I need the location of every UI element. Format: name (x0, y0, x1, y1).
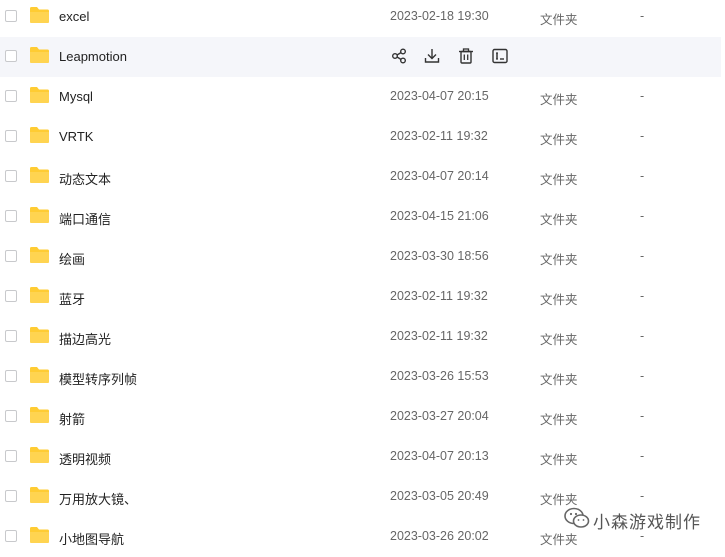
file-name[interactable]: 透明视频 (59, 449, 111, 468)
file-name[interactable]: Leapmotion (59, 49, 127, 64)
file-type: 文件夹 (540, 13, 578, 27)
row-checkbox[interactable] (5, 90, 17, 102)
row-checkbox[interactable] (5, 330, 17, 342)
folder-icon (29, 326, 50, 344)
file-type: 文件夹 (540, 93, 578, 107)
rename-icon[interactable] (491, 47, 509, 65)
table-row[interactable]: 模型转序列帧 2023-03-26 15:53 文件夹 - (0, 357, 721, 397)
file-name[interactable]: excel (59, 9, 89, 24)
file-name[interactable]: 射箭 (59, 409, 85, 428)
file-size: - (640, 129, 645, 143)
file-size: - (640, 89, 645, 103)
file-type: 文件夹 (540, 453, 578, 467)
modified-time: 2023-03-27 20:04 (390, 409, 489, 423)
file-name[interactable]: 描边高光 (59, 329, 111, 348)
table-row[interactable]: 端口通信 2023-04-15 21:06 文件夹 - (0, 197, 721, 237)
folder-icon (29, 486, 50, 504)
folder-icon (29, 166, 50, 184)
folder-icon (29, 286, 50, 304)
folder-icon (29, 6, 50, 24)
table-row[interactable]: Mysql 2023-04-07 20:15 文件夹 - (0, 77, 721, 117)
file-type: 文件夹 (540, 413, 578, 427)
file-type: 文件夹 (540, 333, 578, 347)
folder-icon (29, 366, 50, 384)
row-checkbox[interactable] (5, 10, 17, 22)
file-type: 文件夹 (540, 293, 578, 307)
file-name[interactable]: 模型转序列帧 (59, 369, 137, 388)
row-checkbox[interactable] (5, 130, 17, 142)
row-checkbox[interactable] (5, 50, 17, 62)
modified-time: 2023-02-11 19:32 (390, 129, 488, 143)
modified-time: 2023-04-07 20:14 (390, 169, 489, 183)
share-icon[interactable] (390, 47, 408, 65)
file-size: - (640, 9, 645, 23)
folder-icon (29, 246, 50, 264)
watermark-text: 小森游戏制作 (593, 513, 701, 533)
file-size: - (640, 329, 645, 343)
file-size: - (640, 449, 645, 463)
file-size: - (640, 169, 645, 183)
file-type: 文件夹 (540, 133, 578, 147)
file-size: - (640, 409, 645, 423)
modified-time: 2023-02-11 19:32 (390, 289, 488, 303)
delete-icon[interactable] (457, 47, 475, 65)
modified-time: 2023-03-05 20:49 (390, 489, 489, 503)
row-checkbox[interactable] (5, 450, 17, 462)
file-name[interactable]: 端口通信 (59, 209, 111, 228)
file-type: 文件夹 (540, 253, 578, 267)
file-size: - (640, 489, 645, 503)
row-checkbox[interactable] (5, 290, 17, 302)
download-icon[interactable] (423, 47, 441, 65)
folder-icon (29, 446, 50, 464)
file-size: - (640, 209, 645, 223)
watermark: 小森游戏制作 (563, 506, 713, 533)
folder-icon (29, 406, 50, 424)
table-row[interactable]: VRTK 2023-02-11 19:32 文件夹 - (0, 117, 721, 157)
file-name[interactable]: 小地图导航 (59, 529, 124, 548)
folder-icon (29, 126, 50, 144)
modified-time: 2023-04-07 20:15 (390, 89, 489, 103)
folder-icon (29, 86, 50, 104)
table-row[interactable]: excel 2023-02-18 19:30 文件夹 - (0, 0, 721, 37)
file-name[interactable]: VRTK (59, 129, 93, 144)
table-row[interactable]: Leapmotion (0, 37, 721, 77)
table-row[interactable]: 动态文本 2023-04-07 20:14 文件夹 - (0, 157, 721, 197)
file-name[interactable]: 绘画 (59, 249, 85, 268)
row-checkbox[interactable] (5, 490, 17, 502)
row-checkbox[interactable] (5, 250, 17, 262)
modified-time: 2023-02-18 19:30 (390, 9, 489, 23)
folder-icon (29, 526, 50, 544)
file-size: - (640, 249, 645, 263)
modified-time: 2023-03-26 15:53 (390, 369, 489, 383)
table-row[interactable]: 绘画 2023-03-30 18:56 文件夹 - (0, 237, 721, 277)
row-checkbox[interactable] (5, 210, 17, 222)
file-list: excel 2023-02-18 19:30 文件夹 - Leapmotion Mysql… (0, 0, 721, 557)
table-row[interactable]: 射箭 2023-03-27 20:04 文件夹 - (0, 397, 721, 437)
wechat-logo-icon (564, 507, 590, 528)
file-size: - (640, 289, 645, 303)
row-checkbox[interactable] (5, 410, 17, 422)
row-checkbox[interactable] (5, 370, 17, 382)
modified-time: 2023-03-26 20:02 (390, 529, 489, 543)
file-type: 文件夹 (540, 373, 578, 387)
row-checkbox[interactable] (5, 530, 17, 542)
file-type: 文件夹 (540, 213, 578, 227)
file-size: - (640, 369, 645, 383)
table-row[interactable]: 透明视频 2023-04-07 20:13 文件夹 - (0, 437, 721, 477)
folder-icon (29, 46, 50, 64)
file-type: 文件夹 (540, 173, 578, 187)
table-row[interactable]: 描边高光 2023-02-11 19:32 文件夹 - (0, 317, 721, 357)
modified-time: 2023-04-07 20:13 (390, 449, 489, 463)
modified-time: 2023-04-15 21:06 (390, 209, 489, 223)
file-name[interactable]: Mysql (59, 89, 93, 104)
folder-icon (29, 206, 50, 224)
file-name[interactable]: 万用放大镜、 (59, 489, 137, 508)
modified-time: 2023-02-11 19:32 (390, 329, 488, 343)
table-row[interactable]: 蓝牙 2023-02-11 19:32 文件夹 - (0, 277, 721, 317)
file-name[interactable]: 蓝牙 (59, 289, 85, 308)
modified-time: 2023-03-30 18:56 (390, 249, 489, 263)
row-checkbox[interactable] (5, 170, 17, 182)
file-name[interactable]: 动态文本 (59, 169, 111, 188)
